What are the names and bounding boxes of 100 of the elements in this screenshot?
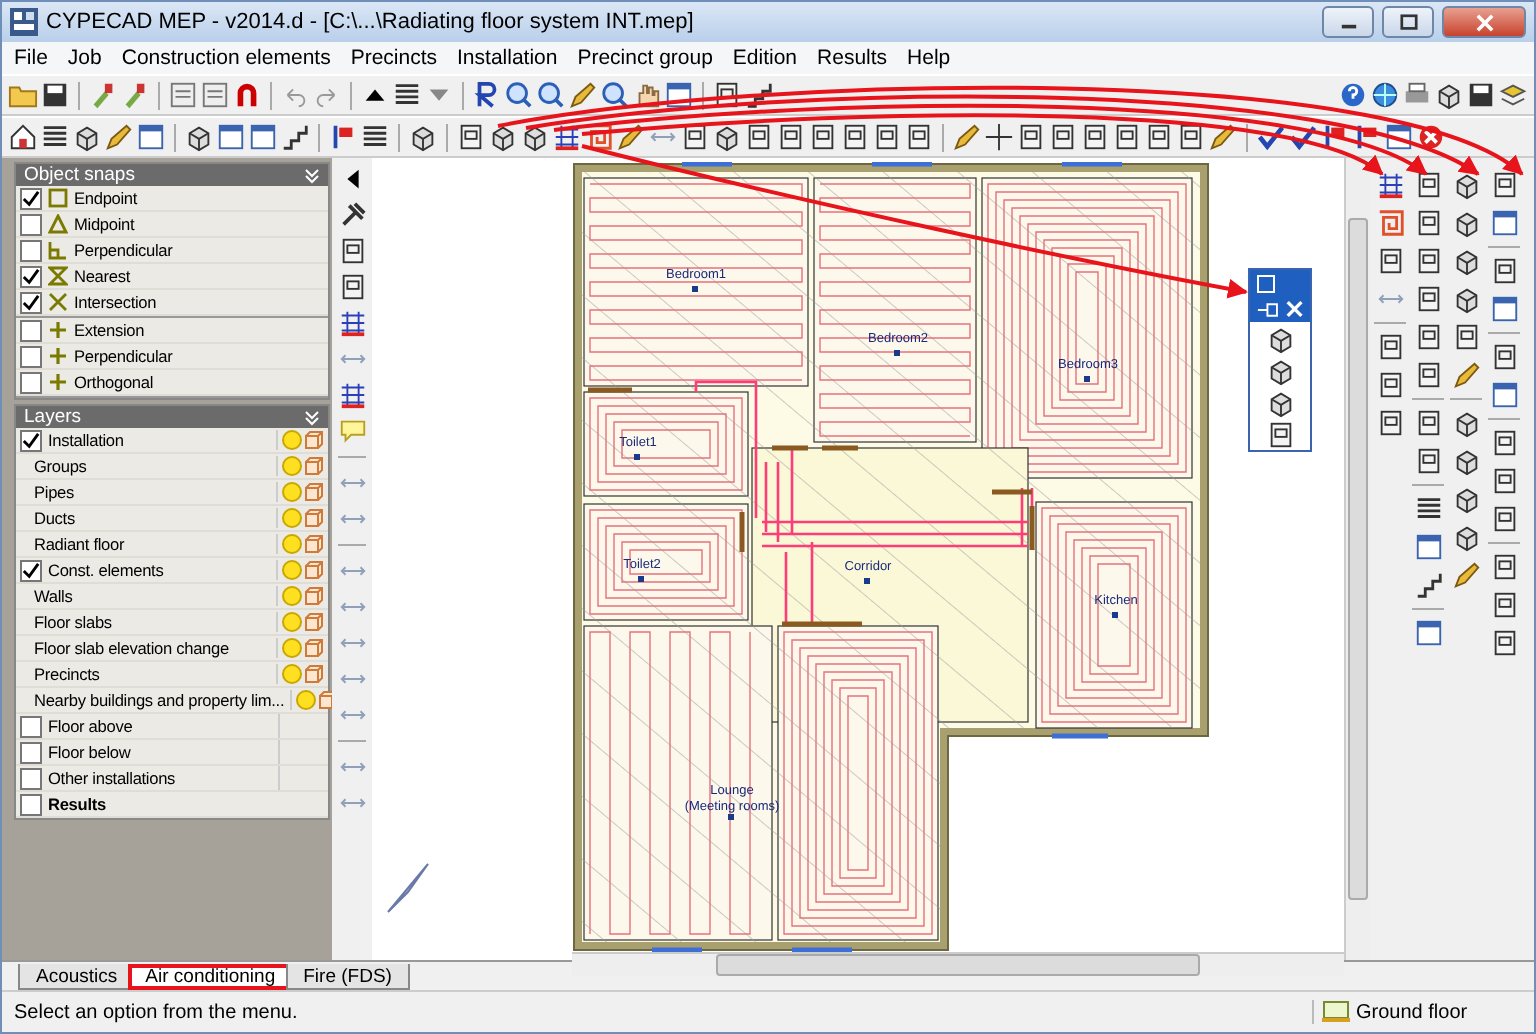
cube-icon[interactable] [1451,484,1481,514]
box-icon[interactable] [1413,284,1443,314]
cube-icon[interactable] [1451,446,1481,476]
checkbox[interactable] [20,741,42,763]
box-icon[interactable] [1413,170,1443,200]
stairs-icon[interactable] [1413,570,1443,600]
cube-icon[interactable] [1451,522,1481,552]
cube-outline-icon[interactable] [304,456,324,476]
vertical-scrollbar[interactable] [1344,158,1370,960]
pencil-icon[interactable] [616,122,646,152]
close-icon[interactable] [1416,122,1446,152]
cube-icon[interactable] [1265,323,1295,353]
grid-icon[interactable] [552,122,582,152]
checkbox[interactable] [20,345,42,367]
box-icon[interactable] [1489,428,1519,458]
box-icon[interactable] [1413,360,1443,390]
menu-item[interactable]: Edition [732,46,798,70]
magnet-icon[interactable] [232,80,262,110]
zoom-icon[interactable] [600,80,630,110]
cube-icon[interactable] [1451,208,1481,238]
document-icon[interactable] [200,80,230,110]
zoom-icon[interactable] [504,80,534,110]
box-icon[interactable] [872,122,902,152]
box-icon[interactable] [1265,419,1295,449]
view-tab[interactable]: Fire (FDS) [285,964,410,990]
hammer-icon[interactable] [337,200,367,230]
box-icon[interactable] [1489,342,1519,372]
box-icon[interactable] [1176,122,1206,152]
window-icon[interactable] [1413,532,1443,562]
box-icon[interactable] [808,122,838,152]
box-icon[interactable] [1375,246,1405,276]
checkbox[interactable] [20,265,42,287]
collapse-chevron-icon[interactable] [304,409,320,425]
cube-icon[interactable] [712,122,742,152]
grid-icon[interactable] [1375,170,1405,200]
maximize-button[interactable] [1382,6,1434,38]
flag-icon[interactable] [1320,122,1350,152]
menu-item[interactable]: Construction elements [121,46,331,70]
cube-icon[interactable] [408,122,438,152]
box-icon[interactable] [1451,322,1481,352]
move-icon[interactable] [984,122,1014,152]
checkbox[interactable] [20,559,42,581]
box-icon[interactable] [1413,322,1443,352]
check-icon[interactable] [1288,122,1318,152]
help-icon[interactable] [1338,80,1368,110]
letter-r-icon[interactable] [472,80,502,110]
box-icon[interactable] [744,122,774,152]
cube-icon[interactable] [184,122,214,152]
box-icon[interactable] [337,272,367,302]
checkbox[interactable] [20,239,42,261]
brush-icon[interactable] [120,80,150,110]
checkbox[interactable] [20,767,42,789]
close-icon[interactable] [1286,300,1304,318]
window-icon[interactable] [1489,208,1519,238]
cube-outline-icon[interactable] [304,508,324,528]
box-icon[interactable] [1489,552,1519,582]
box-icon[interactable] [1413,446,1443,476]
box-icon[interactable] [1375,408,1405,438]
box-icon[interactable] [1048,122,1078,152]
window-icon[interactable] [136,122,166,152]
cube-outline-icon[interactable] [304,534,324,554]
box-icon[interactable] [1413,246,1443,276]
close-button[interactable] [1442,6,1526,38]
window-icon[interactable] [248,122,278,152]
spiral-icon[interactable] [584,122,614,152]
layers-icon[interactable] [1498,80,1528,110]
flag-icon[interactable] [1352,122,1382,152]
bars-icon[interactable] [40,122,70,152]
pencil-icon[interactable] [1451,360,1481,390]
minimize-button[interactable] [1322,6,1374,38]
pencil-icon[interactable] [568,80,598,110]
box-icon[interactable] [337,236,367,266]
bars-icon[interactable] [392,80,422,110]
box-icon[interactable] [904,122,934,152]
stairs-icon[interactable] [744,80,774,110]
checkbox[interactable] [20,187,42,209]
box-icon[interactable] [1375,332,1405,362]
cube-icon[interactable] [72,122,102,152]
box-icon[interactable] [1144,122,1174,152]
box-icon[interactable] [456,122,486,152]
cube-icon[interactable] [520,122,550,152]
pencil-icon[interactable] [952,122,982,152]
menu-item[interactable]: Job [67,46,102,70]
pencil-icon[interactable] [1208,122,1238,152]
checkbox[interactable] [20,429,42,451]
window-icon[interactable] [216,122,246,152]
cube-outline-icon[interactable] [304,482,324,502]
house-icon[interactable] [8,122,38,152]
box-icon[interactable] [1489,466,1519,496]
collapse-chevron-icon[interactable] [304,167,320,183]
box-icon[interactable] [680,122,710,152]
menu-item[interactable]: Precincts [350,46,438,70]
cube-outline-icon[interactable] [304,586,324,606]
stairs-icon[interactable] [280,122,310,152]
cube-outline-icon[interactable] [304,560,324,580]
checkbox[interactable] [20,291,42,313]
pencil-icon[interactable] [104,122,134,152]
box-icon[interactable] [1016,122,1046,152]
checkbox[interactable] [20,715,42,737]
box-icon[interactable] [776,122,806,152]
